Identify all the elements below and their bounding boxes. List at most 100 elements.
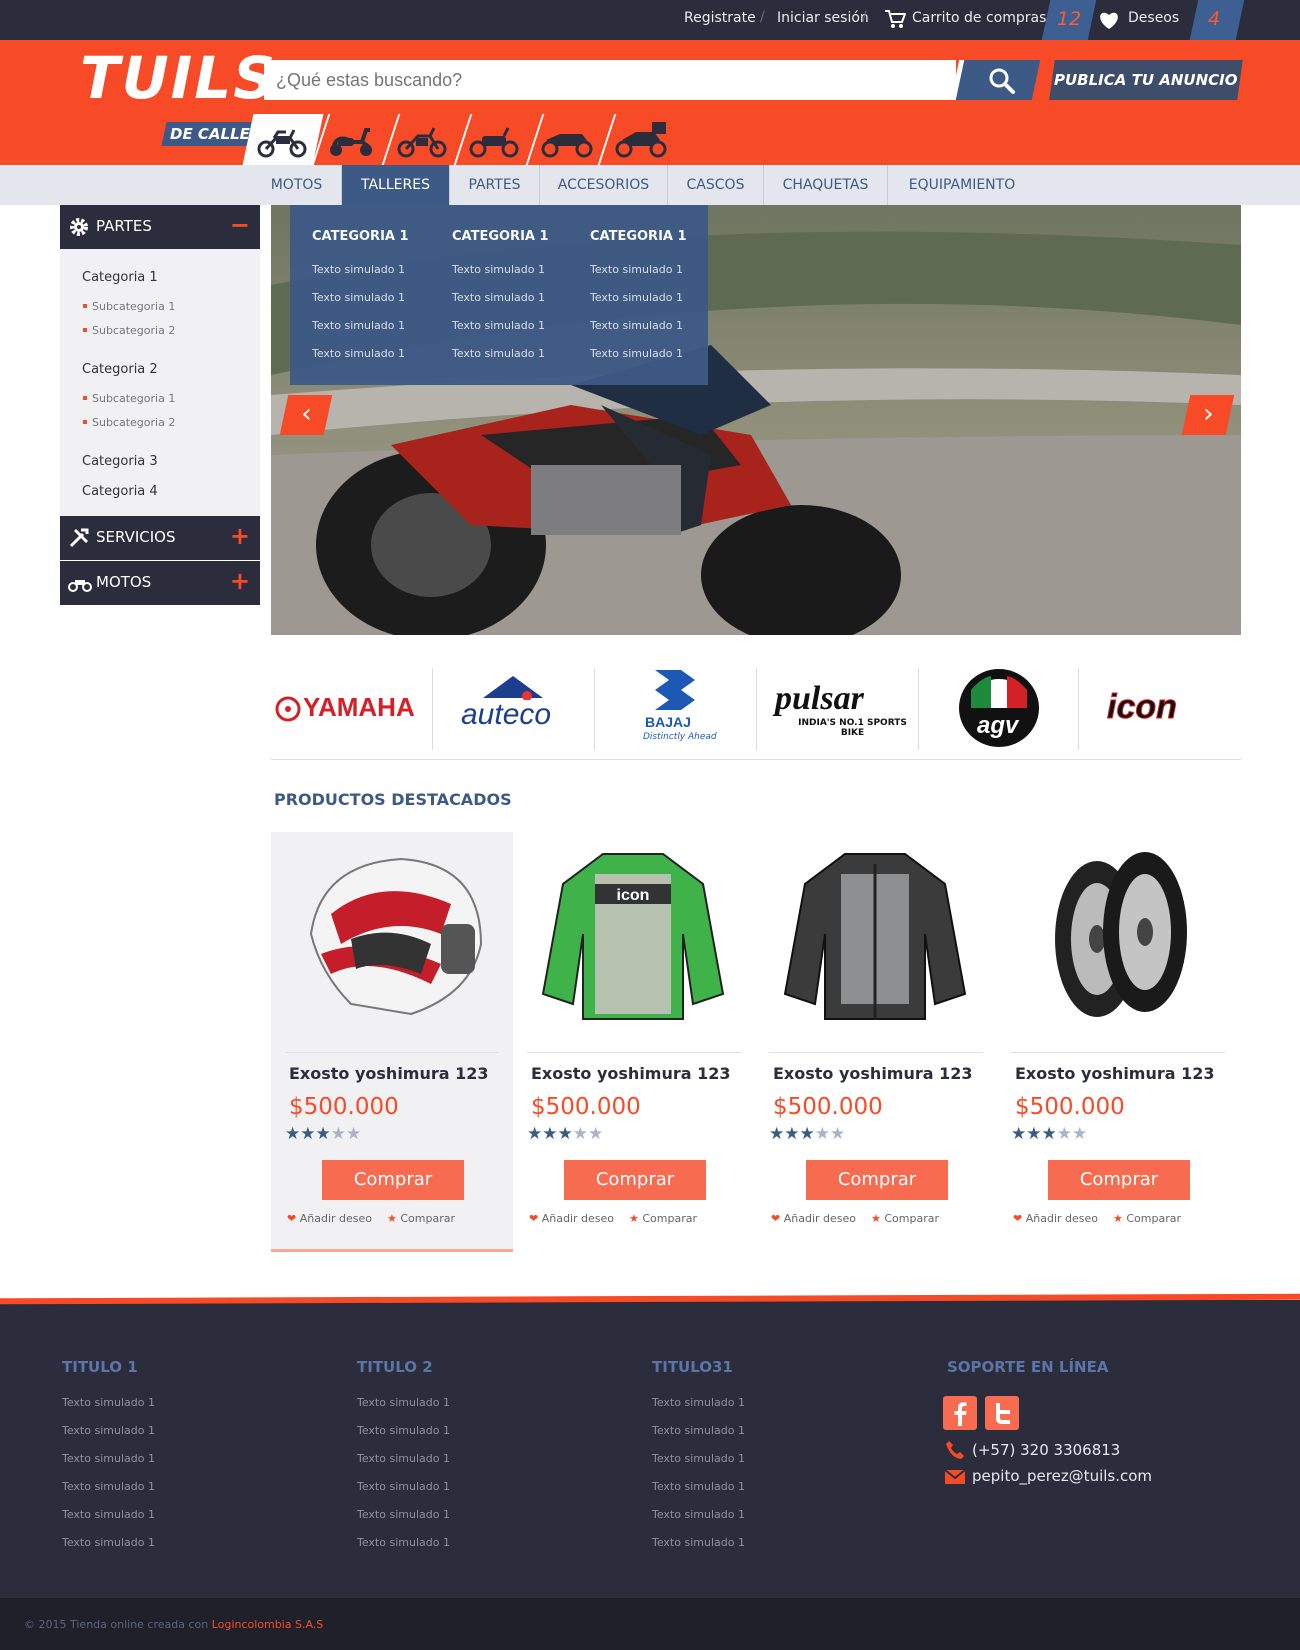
dropdown-item[interactable]: Texto simulado 1	[312, 347, 405, 360]
dropdown-column-title[interactable]: CATEGORIA 1	[452, 229, 549, 244]
brand-icon[interactable]: icon	[1079, 668, 1241, 750]
footer-link[interactable]: Texto simulado 1	[357, 1452, 450, 1465]
support-phone[interactable]: (+57) 320 3306813	[972, 1441, 1120, 1459]
sidebar-category[interactable]: Categoria 3	[82, 454, 158, 469]
login-link[interactable]: Iniciar sesión	[777, 10, 869, 26]
brand-bajaj[interactable]: BAJAJ Distinctly Ahead	[595, 668, 757, 750]
logo[interactable]: TUILS	[80, 44, 277, 112]
footer-link[interactable]: Texto simulado 1	[62, 1508, 155, 1521]
buy-button[interactable]: Comprar	[322, 1160, 464, 1200]
expand-icon[interactable]: +	[230, 522, 250, 550]
footer-link[interactable]: Texto simulado 1	[357, 1480, 450, 1493]
dropdown-column-title[interactable]: CATEGORIA 1	[590, 229, 687, 244]
footer-link[interactable]: Texto simulado 1	[652, 1508, 745, 1521]
expand-icon[interactable]: +	[230, 567, 250, 595]
footer-link[interactable]: Texto simulado 1	[652, 1424, 745, 1437]
brand-auteco[interactable]: auteco	[433, 668, 595, 750]
footer-link[interactable]: Texto simulado 1	[62, 1480, 155, 1493]
collapse-icon[interactable]: −	[230, 211, 250, 239]
slider-next-button[interactable]: ›	[1181, 395, 1235, 435]
footer-link[interactable]: Texto simulado 1	[652, 1480, 745, 1493]
sidebar-section-partes[interactable]: PARTES −	[60, 205, 260, 249]
register-link[interactable]: Registrate	[684, 10, 756, 26]
dropdown-item[interactable]: Texto simulado 1	[452, 319, 545, 332]
sidebar-subcategory[interactable]: Subcategoria 1	[82, 300, 175, 313]
footer-link[interactable]: Texto simulado 1	[357, 1396, 450, 1409]
footer-link[interactable]: Texto simulado 1	[357, 1424, 450, 1437]
dropdown-item[interactable]: Texto simulado 1	[590, 319, 683, 332]
add-wishlist-link[interactable]: ❤ Añadir deseo	[529, 1212, 614, 1225]
nav-chaquetas[interactable]: CHAQUETAS	[764, 165, 888, 205]
slider-prev-button[interactable]: ‹	[279, 395, 333, 435]
buy-button[interactable]: Comprar	[564, 1160, 706, 1200]
add-wishlist-link[interactable]: ❤ Añadir deseo	[287, 1212, 372, 1225]
compare-link[interactable]: ★ Comparar	[387, 1212, 455, 1225]
dropdown-item[interactable]: Texto simulado 1	[590, 263, 683, 276]
cart-icon[interactable]	[884, 9, 906, 29]
footer-link[interactable]: Texto simulado 1	[652, 1536, 745, 1549]
wishlist-link[interactable]: Deseos	[1128, 10, 1179, 26]
buy-button[interactable]: Comprar	[806, 1160, 948, 1200]
facebook-icon[interactable]	[943, 1396, 977, 1430]
street-bike-icon[interactable]	[256, 124, 308, 158]
sidebar-subcategory[interactable]: Subcategoria 1	[82, 392, 175, 405]
nav-talleres[interactable]: TALLERES	[342, 165, 450, 205]
product-name[interactable]: Exosto yoshimura 123	[289, 1064, 489, 1083]
dropdown-column-title[interactable]: CATEGORIA 1	[312, 229, 409, 244]
footer-link[interactable]: Texto simulado 1	[652, 1396, 745, 1409]
nav-partes[interactable]: PARTES	[450, 165, 540, 205]
dropdown-item[interactable]: Texto simulado 1	[452, 291, 545, 304]
compare-link[interactable]: ★ Comparar	[1113, 1212, 1181, 1225]
compare-link[interactable]: ★ Comparar	[629, 1212, 697, 1225]
twitter-icon[interactable]	[985, 1396, 1019, 1430]
sidebar-category[interactable]: Categoria 2	[82, 362, 158, 377]
dropdown-item[interactable]: Texto simulado 1	[312, 263, 405, 276]
footer-link[interactable]: Texto simulado 1	[62, 1536, 155, 1549]
nav-motos[interactable]: MOTOS	[252, 165, 342, 205]
cruiser-icon[interactable]	[468, 124, 520, 158]
sport-bike-icon[interactable]	[540, 124, 594, 158]
sidebar-category[interactable]: Categoria 1	[82, 270, 158, 285]
product-card[interactable]: Exosto yoshimura 123 $500.000 ★★★★★ Comp…	[271, 832, 513, 1252]
dropdown-item[interactable]: Texto simulado 1	[590, 291, 683, 304]
copyright-company-link[interactable]: Logincolombia S.A.S	[212, 1618, 324, 1631]
publish-ad-button[interactable]: PUBLICA TU ANUNCIO	[1049, 60, 1243, 100]
footer-link[interactable]: Texto simulado 1	[62, 1452, 155, 1465]
product-card[interactable]: Exosto yoshimura 123 $500.000 ★★★★★ Comp…	[755, 832, 997, 1252]
dropdown-item[interactable]: Texto simulado 1	[312, 319, 405, 332]
dropdown-item[interactable]: Texto simulado 1	[312, 291, 405, 304]
brand-pulsar[interactable]: pulsar INDIA'S NO.1 SPORTS BIKE	[757, 668, 919, 750]
nav-equipamiento[interactable]: EQUIPAMIENTO	[888, 165, 1036, 205]
touring-bike-icon[interactable]	[614, 120, 670, 158]
product-card[interactable]: Exosto yoshimura 123 $500.000 ★★★★★ Comp…	[997, 832, 1239, 1252]
sidebar-section-servicios[interactable]: SERVICIOS +	[60, 516, 260, 560]
nav-cascos[interactable]: CASCOS	[668, 165, 764, 205]
buy-button[interactable]: Comprar	[1048, 1160, 1190, 1200]
footer-link[interactable]: Texto simulado 1	[357, 1536, 450, 1549]
sidebar-category[interactable]: Categoria 4	[82, 484, 158, 499]
sidebar-subcategory[interactable]: Subcategoria 2	[82, 324, 175, 337]
brand-yamaha[interactable]: YAMAHA	[271, 668, 433, 750]
footer-link[interactable]: Texto simulado 1	[357, 1508, 450, 1521]
add-wishlist-link[interactable]: ❤ Añadir deseo	[1013, 1212, 1098, 1225]
product-name[interactable]: Exosto yoshimura 123	[773, 1064, 973, 1083]
search-input[interactable]	[264, 60, 956, 100]
add-wishlist-link[interactable]: ❤ Añadir deseo	[771, 1212, 856, 1225]
footer-link[interactable]: Texto simulado 1	[62, 1424, 155, 1437]
search-icon[interactable]	[988, 67, 1016, 95]
product-card[interactable]: icon Exosto yoshimura 123 $500.000 ★★★★★…	[513, 832, 755, 1252]
dropdown-item[interactable]: Texto simulado 1	[452, 263, 545, 276]
support-email[interactable]: pepito_perez@tuils.com	[972, 1467, 1152, 1485]
dropdown-item[interactable]: Texto simulado 1	[452, 347, 545, 360]
product-name[interactable]: Exosto yoshimura 123	[531, 1064, 731, 1083]
sidebar-section-motos[interactable]: MOTOS +	[60, 561, 260, 605]
moto-category-label[interactable]: DE CALLE	[161, 122, 259, 146]
sidebar-subcategory[interactable]: Subcategoria 2	[82, 416, 175, 429]
footer-link[interactable]: Texto simulado 1	[652, 1452, 745, 1465]
nav-accesorios[interactable]: ACCESORIOS	[540, 165, 668, 205]
scooter-icon[interactable]	[326, 124, 376, 158]
heart-icon[interactable]	[1098, 11, 1120, 30]
product-name[interactable]: Exosto yoshimura 123	[1015, 1064, 1215, 1083]
dropdown-item[interactable]: Texto simulado 1	[590, 347, 683, 360]
dirt-bike-icon[interactable]	[396, 124, 448, 158]
